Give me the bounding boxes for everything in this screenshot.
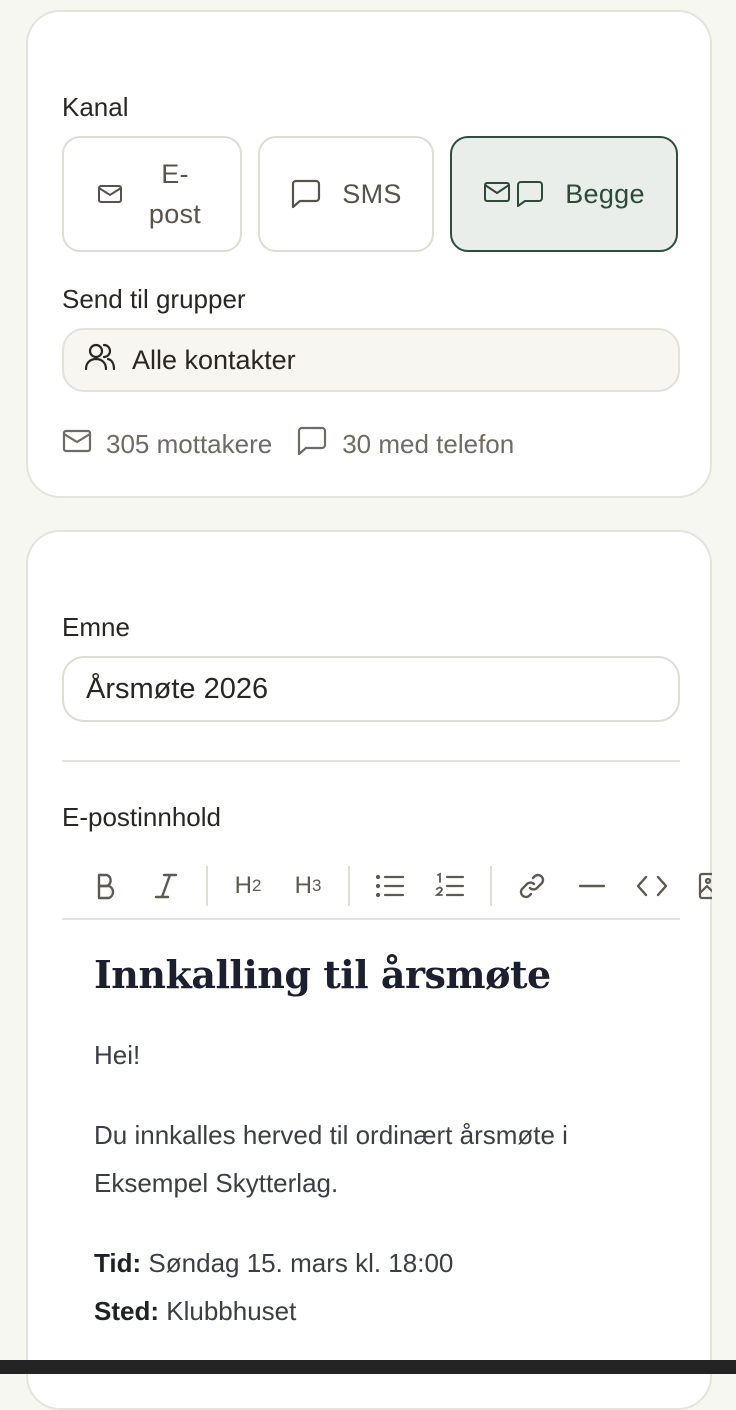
channel-option-email[interactable]: E- post [62, 136, 242, 252]
groups-label: Send til grupper [62, 284, 246, 314]
time-value: Søndag 15. mars kl. 18:00 [148, 1248, 454, 1278]
numbered-list-icon[interactable] [420, 856, 480, 916]
group-selector-value: Alle kontakter [132, 344, 296, 375]
chat-bubble-icon [296, 426, 328, 463]
recipient-count-text: 305 mottakere [106, 429, 273, 459]
link-icon[interactable] [502, 856, 562, 916]
users-icon [84, 342, 116, 379]
channel-option-sms-label: SMS [342, 178, 402, 209]
recipient-stats: 305 mottakere 30 med telefon [62, 426, 514, 463]
toolbar-separator [348, 866, 350, 906]
chat-bubble-icon [290, 179, 322, 209]
toolbar-separator [490, 866, 492, 906]
heading-3-button[interactable]: H3 [278, 856, 338, 916]
message-card: Emne E-postinnhold H2 H3 [26, 530, 712, 1410]
bottom-bar [0, 1360, 736, 1374]
subject-label: Emne [62, 612, 130, 642]
group-selector[interactable]: Alle kontakter [62, 328, 680, 392]
channel-option-sms[interactable]: SMS [258, 136, 434, 252]
toolbar-divider [62, 918, 680, 920]
heading-2-button[interactable]: H2 [218, 856, 278, 916]
email-greeting: Hei! [94, 1040, 141, 1070]
email-heading: Innkalling til årsmøte [94, 952, 551, 997]
mail-icon [97, 183, 123, 205]
place-value: Klubbhuset [166, 1296, 297, 1326]
editor-toolbar: H2 H3 [62, 848, 712, 924]
phone-count-text: 30 med telefon [342, 429, 515, 459]
phone-count: 30 med telefon [296, 426, 514, 463]
italic-icon[interactable] [136, 856, 196, 916]
mail-icon [62, 429, 92, 460]
channel-option-both[interactable]: Begge [450, 136, 678, 252]
email-label-line1: E- [161, 159, 189, 189]
recipient-count: 305 mottakere [62, 429, 272, 460]
subject-input[interactable] [62, 656, 680, 722]
channel-label: Kanal [62, 92, 129, 122]
channel-card: Kanal E- post SMS Begge Send til grupper… [26, 10, 712, 498]
place-label: Sted: [94, 1296, 159, 1326]
email-place: Sted: Klubbhuset [94, 1287, 674, 1335]
toolbar-separator [206, 866, 208, 906]
channel-option-both-label: Begge [565, 178, 645, 209]
bold-icon[interactable] [76, 856, 136, 916]
email-time: Tid: Søndag 15. mars kl. 18:00 [94, 1239, 674, 1287]
channel-option-email-label: E- post [143, 154, 207, 234]
email-body: Du innkalles herved til ordinært årsmøte… [94, 1120, 568, 1198]
email-editor[interactable]: Innkalling til årsmøte Hei! Du innkalles… [94, 952, 674, 1335]
mail-and-chat-icon [483, 180, 545, 208]
content-label: E-postinnhold [62, 802, 221, 832]
email-label-line2: post [148, 199, 202, 229]
divider [62, 760, 680, 762]
horizontal-rule-icon[interactable] [562, 856, 622, 916]
image-icon[interactable] [682, 856, 712, 916]
bullet-list-icon[interactable] [360, 856, 420, 916]
code-icon[interactable] [622, 856, 682, 916]
time-label: Tid: [94, 1248, 142, 1278]
